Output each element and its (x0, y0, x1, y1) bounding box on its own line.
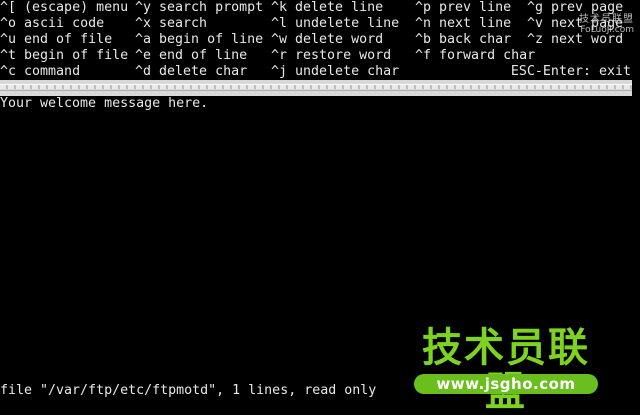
shortcut-label: prev line (439, 0, 512, 15)
help-item-prev-line: ^p prev line (415, 0, 511, 16)
shortcut-label: (escape) menu (24, 0, 129, 15)
help-item-command: ^c command (0, 64, 80, 80)
shortcut-label: restore word (295, 48, 392, 63)
shortcut-label: begin of line (159, 32, 264, 47)
shortcut-label: end of line (159, 48, 248, 63)
watermark-brand: 技术员联盟 (422, 325, 590, 414)
help-item-search: ^x search (135, 16, 207, 32)
help-item-delete-word: ^w delete word (271, 32, 383, 48)
shortcut-key: ^a (135, 32, 152, 47)
shortcut-key: ^f (415, 48, 432, 63)
shortcut-key: ^x (135, 16, 152, 31)
shortcut-label: delete char (159, 64, 248, 79)
shortcut-key: ^u (0, 32, 17, 47)
shortcut-label: search (159, 16, 208, 31)
shortcut-key: ^l (271, 16, 288, 31)
watermark-top-url: FoLuoJi.com (580, 25, 634, 35)
help-row: ^t begin of file ^e end of line ^r resto… (0, 48, 640, 64)
shortcut-key: ^g (527, 0, 544, 15)
help-row: ^u end of file ^a begin of line ^w delet… (0, 32, 640, 48)
shortcut-label: search prompt (159, 0, 264, 15)
editor-line[interactable]: Your welcome message here. (0, 96, 640, 112)
status-line: file "/var/ftp/etc/ftpmotd", 1 lines, re… (0, 383, 377, 398)
help-item-undelete-char: ^j undelete char (271, 64, 399, 80)
shortcut-key: ^b (415, 32, 432, 47)
watermark-top-cn: 技术员联盟 (579, 14, 634, 25)
help-item-search-prompt: ^y search prompt (135, 0, 263, 16)
shortcut-label: ascii code (24, 16, 105, 31)
help-row: ^c command ^d delete char ^j undelete ch… (0, 64, 640, 80)
shortcut-label: delete word (295, 32, 384, 47)
help-item-delete-char: ^d delete char (135, 64, 247, 80)
watermark-top: 技术员联盟 FoLuoJi.com (562, 14, 634, 36)
help-item-ascii-code: ^o ascii code (0, 16, 104, 32)
shortcut-key: ^d (135, 64, 152, 79)
separator-rule (0, 85, 632, 89)
help-item-next-line: ^n next line (415, 16, 511, 32)
help-item-menu: ^[ (escape) menu (0, 0, 128, 16)
shortcut-key: ^y (135, 0, 152, 15)
help-item-back-char: ^b back char (415, 32, 511, 48)
help-item-begin-of-file: ^t begin of file (0, 48, 128, 64)
exit-hint: ESC-Enter: exit (510, 64, 631, 79)
help-item-end-of-line: ^e end of line (135, 48, 247, 64)
help-item-end-of-file: ^u end of file (0, 32, 112, 48)
shortcut-label: next line (439, 16, 512, 31)
help-separator (0, 80, 632, 96)
help-item-undelete-line: ^l undelete line (271, 16, 399, 32)
shortcut-key: ^c (0, 64, 17, 79)
shortcut-key: ^k (271, 0, 288, 15)
shortcut-key: ^r (271, 48, 288, 63)
shortcut-key: ^z (527, 32, 544, 47)
help-row: ^[ (escape) menu ^y search prompt ^k del… (0, 0, 640, 16)
shortcut-key: ^v (527, 16, 544, 31)
help-row: ^o ascii code ^x search ^l undelete line… (0, 16, 640, 32)
shortcut-key: ^o (0, 16, 17, 31)
watermark-url: www.jsgho.com (414, 374, 598, 394)
help-item-forward-char: ^f forward char (415, 48, 535, 64)
shortcut-key: ^e (135, 48, 152, 63)
shortcut-key: ^n (415, 16, 432, 31)
shortcut-label: end of file (24, 32, 113, 47)
shortcut-label: begin of file (24, 48, 129, 63)
help-item-delete-line: ^k delete line (271, 0, 383, 16)
help-item-restore-word: ^r restore word (271, 48, 391, 64)
shortcut-key: ^w (271, 32, 288, 47)
shortcut-label: undelete line (295, 16, 400, 31)
shortcut-label: undelete char (295, 64, 400, 79)
shortcut-key: ^p (415, 0, 432, 15)
shortcut-label: delete line (295, 0, 384, 15)
shortcut-label: command (24, 64, 81, 79)
shortcut-key: ^t (0, 48, 17, 63)
shortcut-label: back char (439, 32, 512, 47)
shortcut-label: prev page (551, 0, 624, 15)
help-panel: ^[ (escape) menu ^y search prompt ^k del… (0, 0, 640, 80)
shortcut-label: forward char (439, 48, 536, 63)
help-item-begin-of-line: ^a begin of line (135, 32, 263, 48)
shortcut-key: ^j (271, 64, 288, 79)
shortcut-key: ^[ (0, 0, 17, 15)
